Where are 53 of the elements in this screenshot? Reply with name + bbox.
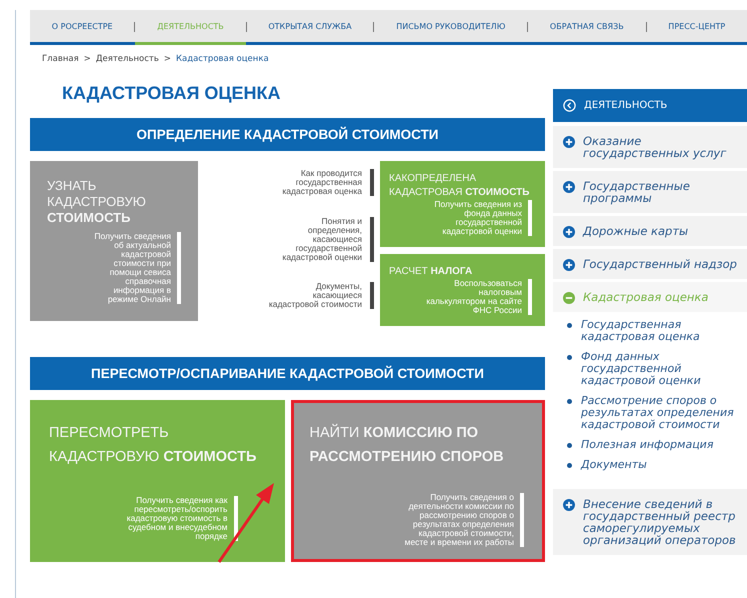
tile-title: НАЙТИ КОМИССИЮ ПО РАССМОТРЕНИЮ СПОРОВ xyxy=(310,422,505,467)
breadcrumb-link[interactable]: Деятельность xyxy=(96,54,159,71)
breadcrumb-link[interactable]: Кадастровая оценка xyxy=(176,54,269,71)
info-link[interactable]: Понятия и определения, касающиеся государственной кадастровой оценки xyxy=(267,216,374,262)
submenu-item[interactable]: Документы xyxy=(567,459,747,471)
sidebar-item[interactable]: Дорожные карты xyxy=(553,216,747,249)
submenu-label: Фонд данных государственной кадастровой оценки xyxy=(581,351,702,387)
submenu-item[interactable]: Полезная информация xyxy=(567,439,747,451)
sidebar-title: ДЕЯТЕЛЬНОСТЬ xyxy=(584,100,668,111)
tile-title: РАСЧЕТ НАЛОГА xyxy=(389,265,474,279)
submenu-label: Государственная кадастровая оценка xyxy=(581,319,701,343)
submenu-item[interactable]: Фонд данных государственной кадастровой оценки xyxy=(567,351,747,387)
sidebar-item-label: Государственные программы xyxy=(583,180,691,204)
nav-tab[interactable]: ОБРАТНАЯ СВЯЗЬ xyxy=(528,10,646,45)
section-banner: ПЕРЕСМОТР/ОСПАРИВАНИЕ КАДАСТРОВОЙ СТОИМОСТИ xyxy=(30,357,545,390)
info-link[interactable]: Как проводится государственная кадастровая оценка xyxy=(267,169,374,196)
sidebar-item[interactable]: Государственные программы xyxy=(553,171,747,216)
page-title: КАДАСТРОВАЯ ОЦЕНКА xyxy=(62,83,282,104)
tile-description: Воспользоваться налоговым калькулятором на сайте ФНС России xyxy=(422,279,532,315)
sidebar-item-label: Государственный надзор xyxy=(583,258,737,270)
tile-title: КАКОПРЕДЕЛЕНА КАДАСТРОВАЯ СТОИМОСТЬ xyxy=(389,172,530,200)
bullet-icon xyxy=(567,463,572,468)
tile-description: Получить сведения как пересмотреть/оспорить кадастровую стоимость в судебном и внесудебном порядке xyxy=(122,496,238,541)
tile-title: ПЕРЕСМОТРЕТЬ КАДАСТРОВУЮ СТОИМОСТЬ xyxy=(49,424,258,467)
nav-tab[interactable]: ОТКРЫТАЯ СЛУЖБА xyxy=(246,10,374,45)
info-link[interactable]: Документы, касающиеся кадастровой стоимости xyxy=(267,282,374,309)
sidebar-item[interactable]: Государственный надзор xyxy=(553,249,747,282)
sidebar-item-label: Кадастровая оценка xyxy=(583,291,708,303)
sidebar-item-label: Оказание государственных услуг xyxy=(583,135,728,159)
breadcrumb-link[interactable]: Главная xyxy=(42,54,79,71)
back-icon xyxy=(563,99,576,112)
breadcrumb-separator: > xyxy=(84,54,91,66)
sidebar-header[interactable]: ДЕЯТЕЛЬНОСТЬ xyxy=(553,89,747,122)
sidebar-item-label: Дорожные карты xyxy=(583,225,688,237)
tile-title: УЗНАТЬ КАДАСТРОВУЮ СТОИМОСТЬ xyxy=(47,178,147,226)
nav-tab[interactable]: О РОСРЕЕСТРЕ xyxy=(30,10,134,45)
sidebar-item[interactable]: Оказание государственных услуг xyxy=(553,126,747,171)
breadcrumb-separator: > xyxy=(164,54,171,66)
submenu-label: Полезная информация xyxy=(581,439,714,451)
section-banner: ОПРЕДЕЛЕНИЕ КАДАСТРОВОЙ СТОИМОСТИ xyxy=(30,118,545,151)
bullet-icon xyxy=(567,323,572,328)
bullet-icon xyxy=(567,443,572,448)
sidebar-item[interactable]: Внесение сведений в государственный реестр саморегулируемых организаций операторов xyxy=(553,489,747,558)
bullet-icon xyxy=(567,355,572,360)
sidebar-item-label: Внесение сведений в государственный реестр саморегулируемых организаций операторов xyxy=(583,498,737,546)
nav-tab[interactable]: ПРЕСС-ЦЕНТР xyxy=(646,10,747,45)
tile-description: Получить сведения из фонда данных государственной кадастровой оценки xyxy=(422,200,532,236)
bullet-icon xyxy=(567,399,572,404)
submenu-item[interactable]: Государственная кадастровая оценка xyxy=(567,319,747,343)
tile-description: Получить сведения о деятельности комиссии по рассмотрению споров о результатах определения кадастровой стоимости, месте и времени их работы xyxy=(399,493,524,547)
nav-tab[interactable]: ПИСЬМО РУКОВОДИТЕЛЮ xyxy=(374,10,528,45)
submenu-label: Документы xyxy=(581,459,647,471)
tile-description: Получить сведения об актуальной кадастровой стоимости при помощи севиса справочная информация в режиме Онлайн xyxy=(91,232,181,304)
